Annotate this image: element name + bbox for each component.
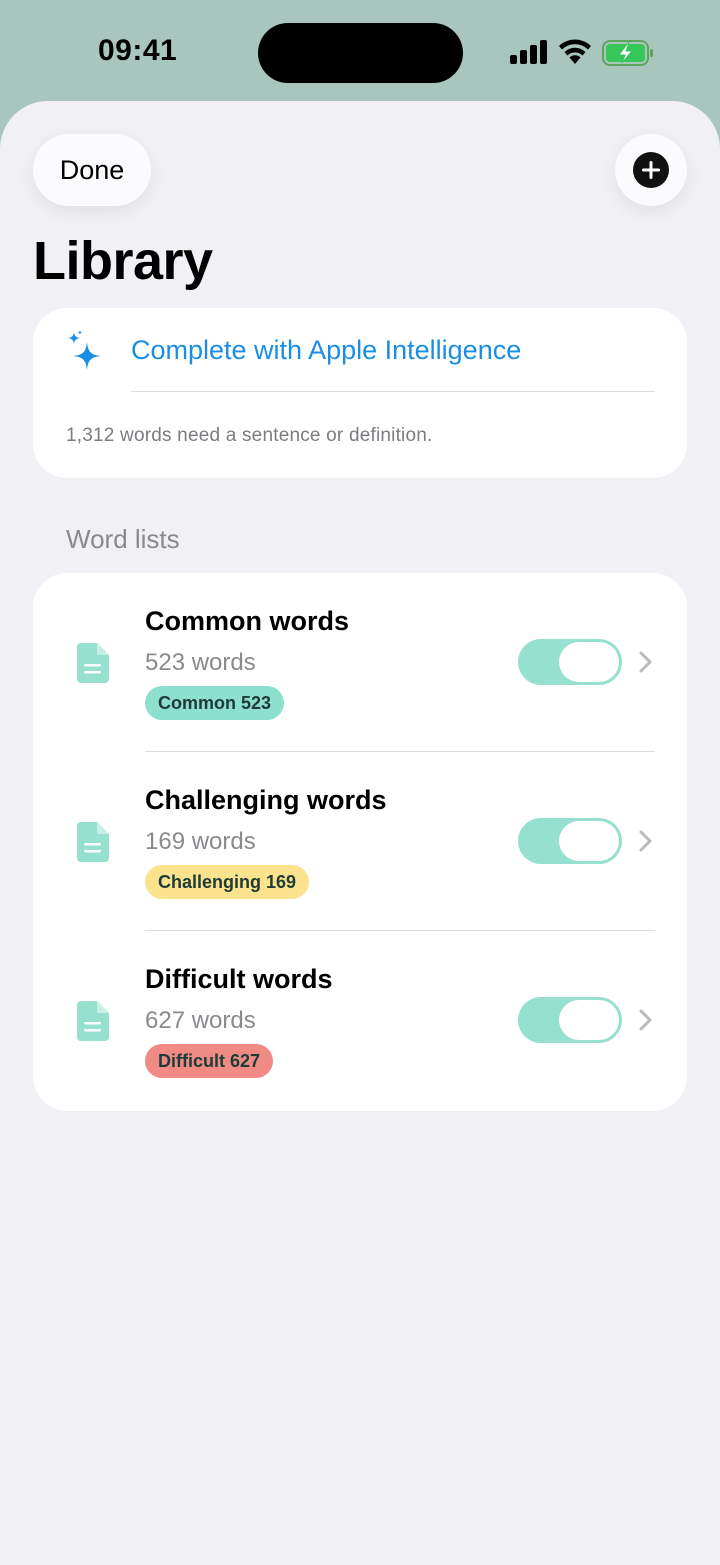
- list-title: Challenging words: [145, 785, 387, 815]
- cellular-signal-icon: [510, 40, 547, 64]
- toggle-knob: [559, 642, 619, 682]
- missing-definitions-note: 1,312 words need a sentence or definitio…: [66, 425, 433, 446]
- status-time: 09:41: [98, 34, 178, 67]
- list-title: Common words: [145, 606, 350, 636]
- plus-circle-icon: [633, 152, 669, 188]
- word-lists-card: Common words 523 words Common 523 Challe…: [33, 573, 687, 1111]
- status-bar: 09:41: [0, 0, 720, 100]
- toggle-knob: [559, 821, 619, 861]
- list-enabled-toggle[interactable]: [518, 997, 622, 1043]
- document-icon: [77, 822, 109, 862]
- list-item-difficult-words[interactable]: Difficult words 627 words Difficult 627: [33, 931, 687, 1110]
- dynamic-island: [258, 23, 463, 83]
- list-enabled-toggle[interactable]: [518, 818, 622, 864]
- list-word-count: 169 words: [145, 828, 256, 855]
- done-button[interactable]: Done: [33, 134, 151, 206]
- document-icon: [77, 1001, 109, 1041]
- list-enabled-toggle[interactable]: [518, 639, 622, 685]
- chevron-right-icon: [639, 651, 652, 673]
- chevron-right-icon: [639, 1009, 652, 1031]
- complete-with-ai-link[interactable]: Complete with Apple Intelligence: [131, 335, 521, 366]
- toggle-knob: [559, 1000, 619, 1040]
- chevron-right-icon: [639, 830, 652, 852]
- section-header-word-lists: Word lists: [66, 524, 180, 554]
- list-item-challenging-words[interactable]: Challenging words 169 words Challenging …: [33, 752, 687, 931]
- divider: [131, 391, 655, 392]
- list-title: Difficult words: [145, 964, 333, 994]
- document-icon: [77, 643, 109, 683]
- sparkles-icon: [68, 330, 101, 370]
- tag-badge: Common 523: [145, 686, 285, 720]
- tag-badge: Challenging 169: [145, 865, 310, 899]
- list-word-count: 523 words: [145, 649, 256, 676]
- list-item-common-words[interactable]: Common words 523 words Common 523: [33, 573, 687, 752]
- add-button[interactable]: [615, 134, 687, 206]
- apple-intelligence-card: Complete with Apple Intelligence 1,312 w…: [33, 308, 687, 478]
- battery-charging-icon: [602, 40, 653, 66]
- list-word-count: 627 words: [145, 1007, 256, 1034]
- tag-badge: Difficult 627: [145, 1044, 274, 1078]
- page-title: Library: [33, 231, 213, 291]
- wifi-icon: [559, 39, 591, 64]
